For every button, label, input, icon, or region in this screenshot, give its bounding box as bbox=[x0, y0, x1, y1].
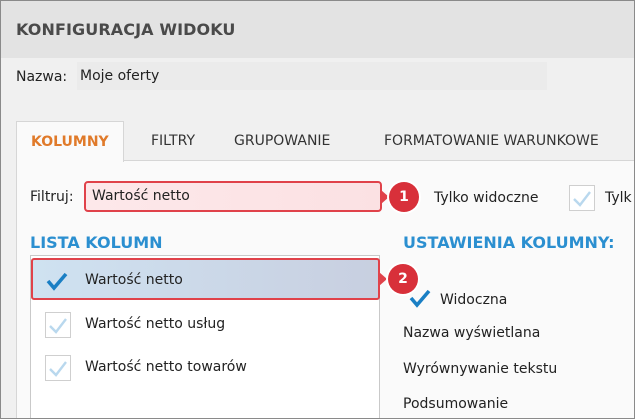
summary-label: Podsumowanie bbox=[403, 396, 509, 412]
tab-columns[interactable]: KOLUMNY bbox=[16, 121, 124, 162]
tab-grouping[interactable]: GRUPOWANIE bbox=[234, 121, 330, 161]
tab-conditional-formatting[interactable]: FORMATOWANIE WARUNKOWE bbox=[384, 121, 599, 161]
list-item-label: Wartość netto bbox=[85, 272, 183, 288]
list-item[interactable]: Wartość netto towarów bbox=[33, 347, 382, 389]
list-item-label: Wartość netto towarów bbox=[85, 359, 247, 375]
check-icon[interactable] bbox=[45, 269, 69, 293]
text-alignment-label: Wyrównywanie tekstu bbox=[403, 361, 558, 377]
tab-filters[interactable]: FILTRY bbox=[151, 121, 195, 161]
visible-label[interactable]: Widoczna bbox=[440, 292, 507, 308]
column-list-title: LISTA KOLUMN bbox=[30, 233, 163, 252]
visible-check-icon[interactable] bbox=[407, 286, 433, 310]
checkbox[interactable] bbox=[45, 312, 71, 338]
filter-input[interactable]: Wartość netto bbox=[84, 181, 382, 212]
name-label: Nazwa: bbox=[16, 69, 68, 85]
list-item[interactable]: Wartość netto bbox=[31, 258, 380, 300]
checkbox[interactable] bbox=[569, 185, 595, 211]
dialog-header: KONFIGURACJA WIDOKU bbox=[1, 1, 634, 58]
callout-pointer bbox=[381, 190, 389, 204]
callout-badge: 1 bbox=[389, 182, 419, 212]
display-name-label: Nazwa wyświetlana bbox=[403, 325, 541, 341]
dialog-title: KONFIGURACJA WIDOKU bbox=[16, 20, 236, 39]
list-item[interactable]: Wartość netto usług bbox=[33, 304, 382, 346]
second-filter-label[interactable]: Tylk bbox=[605, 190, 632, 206]
callout-pointer bbox=[379, 272, 387, 286]
check-icon bbox=[573, 191, 591, 207]
view-config-dialog: KONFIGURACJA WIDOKU Nazwa: Moje oferty K… bbox=[0, 0, 635, 419]
filter-label: Filtruj: bbox=[30, 189, 74, 205]
column-settings-title: USTAWIENIA KOLUMNY: bbox=[403, 233, 615, 252]
only-visible-label[interactable]: Tylko widoczne bbox=[434, 190, 539, 206]
name-input[interactable]: Moje oferty bbox=[77, 62, 547, 90]
check-icon bbox=[49, 318, 67, 334]
checkbox[interactable] bbox=[45, 355, 71, 381]
list-item-label: Wartość netto usług bbox=[85, 316, 226, 332]
check-icon bbox=[49, 361, 67, 377]
column-list: Wartość netto Wartość netto usług Wartoś… bbox=[30, 255, 382, 418]
